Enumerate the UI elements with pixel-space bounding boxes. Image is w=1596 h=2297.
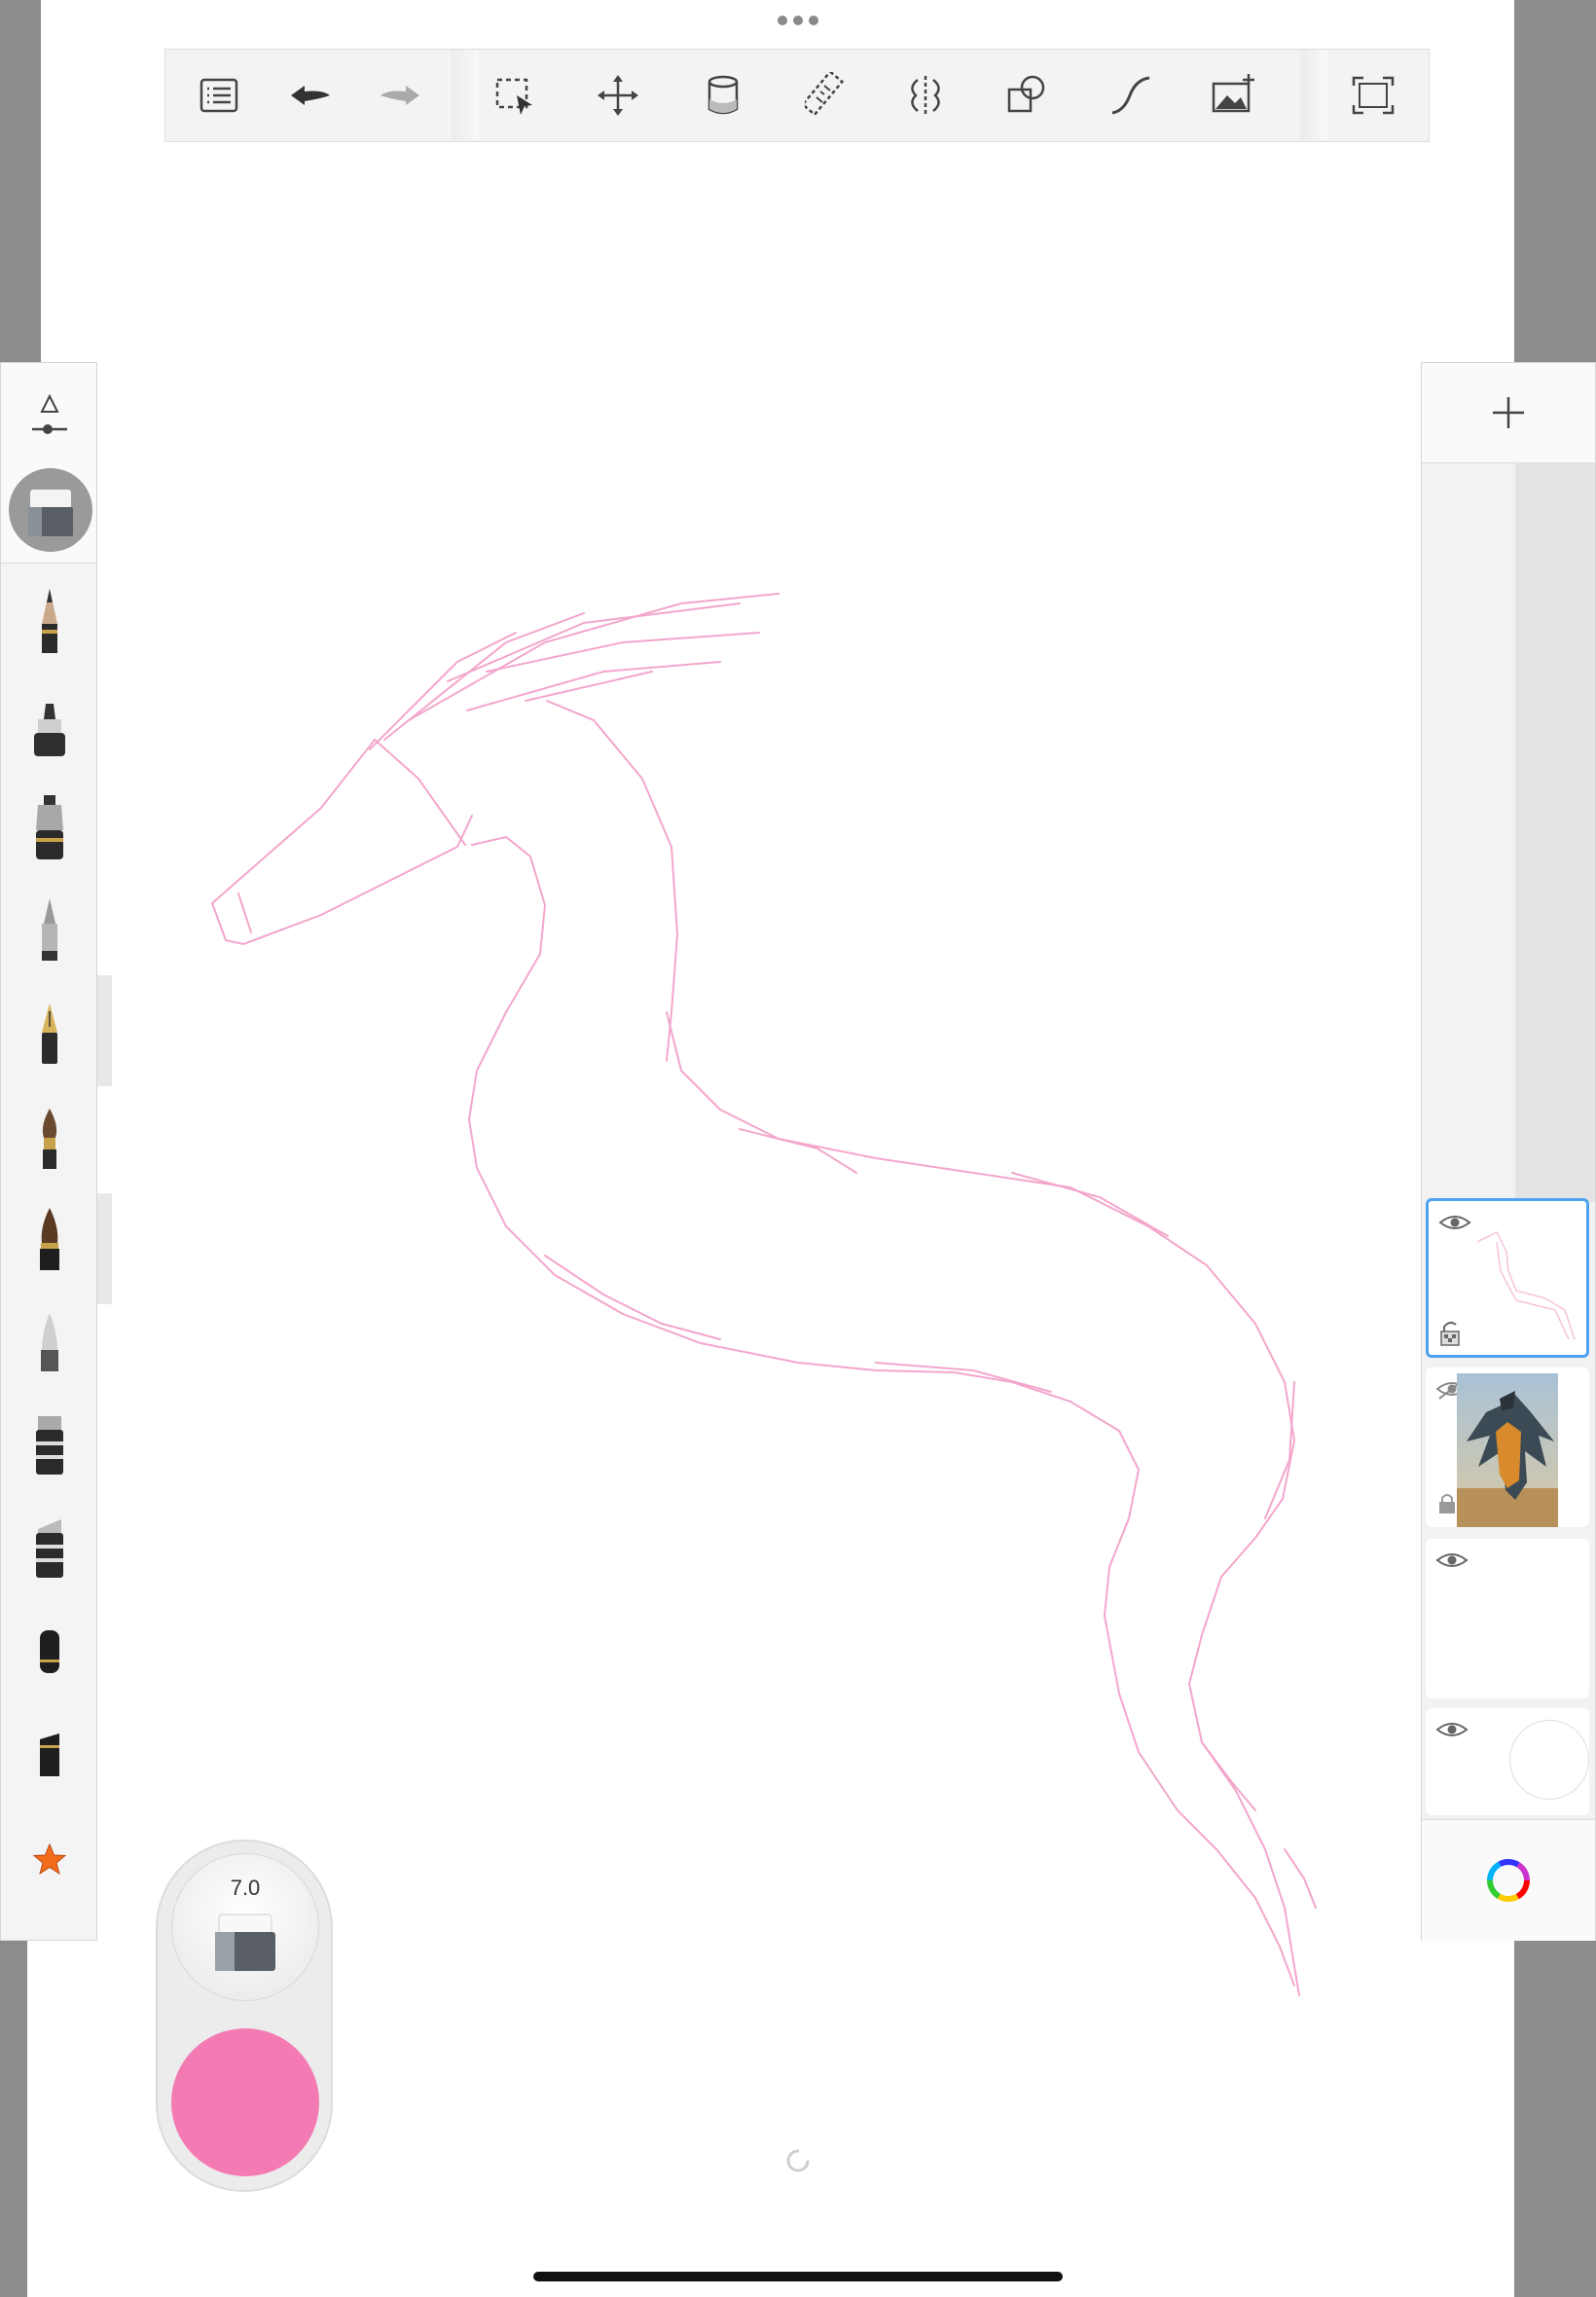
eye-icon[interactable] bbox=[1435, 1549, 1469, 1572]
pencil-icon bbox=[42, 589, 57, 653]
shapes-button[interactable] bbox=[995, 63, 1059, 128]
layer-background[interactable] bbox=[1426, 1708, 1589, 1815]
brush-properties-button[interactable] bbox=[24, 390, 75, 441]
symmetry-button[interactable] bbox=[893, 63, 958, 128]
sketch-neck-front-stroke bbox=[468, 835, 547, 1120]
ink-brush-icon bbox=[40, 1208, 59, 1270]
undo-icon bbox=[291, 86, 330, 105]
redo-icon bbox=[381, 86, 419, 105]
add-layer-button[interactable] bbox=[1422, 363, 1595, 463]
sketch-tail-top-stroke bbox=[1187, 1440, 1300, 1996]
layer-dragon-reference[interactable] bbox=[1426, 1367, 1589, 1527]
marker-brush[interactable] bbox=[24, 690, 75, 764]
layer-sketch-thumbnail bbox=[1476, 1230, 1576, 1340]
inking-pen-icon bbox=[36, 795, 63, 859]
wide-marker-brush[interactable] bbox=[24, 1512, 75, 1586]
sketch-neck-back-stroke bbox=[546, 700, 679, 1062]
transform-icon bbox=[598, 75, 638, 116]
favorites-button[interactable] bbox=[24, 1823, 75, 1897]
add-image-button[interactable] bbox=[1201, 63, 1265, 128]
fullscreen-button[interactable] bbox=[1341, 63, 1405, 128]
curve-icon bbox=[1111, 76, 1150, 115]
main-toolbar bbox=[164, 49, 1430, 142]
inking-pen-brush[interactable] bbox=[24, 791, 75, 865]
marker-icon bbox=[34, 704, 65, 756]
undo-button[interactable] bbox=[278, 63, 343, 128]
sketch-belly-stroke bbox=[468, 1118, 1141, 1695]
layer-empty[interactable] bbox=[1426, 1539, 1589, 1698]
star-icon bbox=[32, 1842, 67, 1876]
hard-eraser-brush[interactable] bbox=[24, 1718, 75, 1792]
home-indicator[interactable] bbox=[533, 2272, 1063, 2281]
fountain-pen-icon bbox=[42, 1003, 57, 1064]
dot-icon bbox=[778, 16, 787, 25]
soft-eraser-brush[interactable] bbox=[24, 1615, 75, 1689]
ink-brush[interactable] bbox=[24, 1204, 75, 1278]
airbrush-brush[interactable] bbox=[24, 1307, 75, 1381]
active-eraser-button[interactable] bbox=[9, 468, 92, 552]
sketch-mouth-stroke bbox=[237, 893, 252, 933]
toolbar-divider bbox=[452, 50, 479, 141]
ruler-icon bbox=[805, 72, 845, 117]
hard-eraser-icon bbox=[40, 1733, 59, 1776]
shapes-icon bbox=[1007, 75, 1045, 113]
airbrush-icon bbox=[41, 1313, 58, 1371]
paintbrush-icon bbox=[42, 1109, 57, 1169]
brush-size-value: 7.0 bbox=[230, 1876, 261, 1900]
dragon-reference-thumbnail bbox=[1457, 1373, 1558, 1527]
brush-puck: 7.0 bbox=[156, 1840, 333, 2192]
color-wheel-icon bbox=[1487, 1859, 1530, 1902]
panel-edge-tab[interactable] bbox=[97, 975, 112, 1086]
brush-library-panel bbox=[0, 362, 97, 1941]
list-icon bbox=[200, 78, 238, 113]
fill-bucket-icon bbox=[707, 75, 739, 115]
chisel-marker-icon bbox=[36, 1416, 63, 1475]
layers-panel bbox=[1421, 362, 1596, 1941]
curve-button[interactable] bbox=[1098, 63, 1162, 128]
selection-icon bbox=[495, 78, 532, 115]
brush-properties-icon bbox=[32, 393, 67, 434]
brush-size-knob[interactable]: 7.0 bbox=[171, 1853, 319, 2001]
sketch-snout-stroke bbox=[211, 738, 466, 904]
symmetry-icon bbox=[911, 76, 940, 115]
eye-icon[interactable] bbox=[1435, 1718, 1469, 1741]
technical-pen-brush[interactable] bbox=[24, 894, 75, 968]
eye-icon[interactable] bbox=[1438, 1211, 1471, 1234]
dot-icon bbox=[793, 16, 803, 25]
fountain-pen-brush[interactable] bbox=[24, 998, 75, 1072]
redo-button[interactable] bbox=[368, 63, 432, 128]
background-color-swatch[interactable] bbox=[1509, 1720, 1589, 1800]
fullscreen-icon bbox=[1352, 76, 1395, 115]
loading-icon bbox=[786, 2149, 810, 2172]
list-menu-button[interactable] bbox=[187, 63, 251, 128]
ruler-button[interactable] bbox=[796, 63, 860, 128]
eraser-icon bbox=[28, 490, 73, 536]
sketch-jaw-stroke bbox=[211, 815, 473, 946]
dot-icon bbox=[809, 16, 818, 25]
paintbrush-brush[interactable] bbox=[24, 1103, 75, 1177]
chisel-marker-brush[interactable] bbox=[24, 1408, 75, 1482]
current-color-puck[interactable] bbox=[171, 2028, 319, 2176]
lock-icon[interactable] bbox=[1437, 1492, 1457, 1515]
layer-sketch[interactable] bbox=[1426, 1198, 1589, 1358]
color-editor-button[interactable] bbox=[1422, 1819, 1595, 1941]
toolbar-divider bbox=[1300, 50, 1327, 141]
transform-button[interactable] bbox=[586, 63, 650, 128]
sketch-tail-bottom-stroke bbox=[1118, 1693, 1295, 1987]
more-options-handle[interactable] bbox=[774, 16, 822, 29]
add-image-icon bbox=[1212, 74, 1254, 113]
wide-marker-icon bbox=[36, 1519, 63, 1578]
layers-empty-area bbox=[1515, 462, 1595, 1202]
panel-edge-tab[interactable] bbox=[97, 1193, 112, 1304]
fill-button[interactable] bbox=[691, 63, 755, 128]
brush-panel-header bbox=[1, 363, 96, 564]
soft-eraser-icon bbox=[40, 1630, 59, 1673]
selection-button[interactable] bbox=[483, 63, 547, 128]
pencil-brush[interactable] bbox=[24, 585, 75, 659]
plus-icon bbox=[1493, 397, 1524, 428]
alpha-lock-icon[interactable] bbox=[1438, 1320, 1462, 1347]
technical-pen-icon bbox=[42, 898, 57, 961]
eraser-icon bbox=[215, 1914, 275, 1971]
